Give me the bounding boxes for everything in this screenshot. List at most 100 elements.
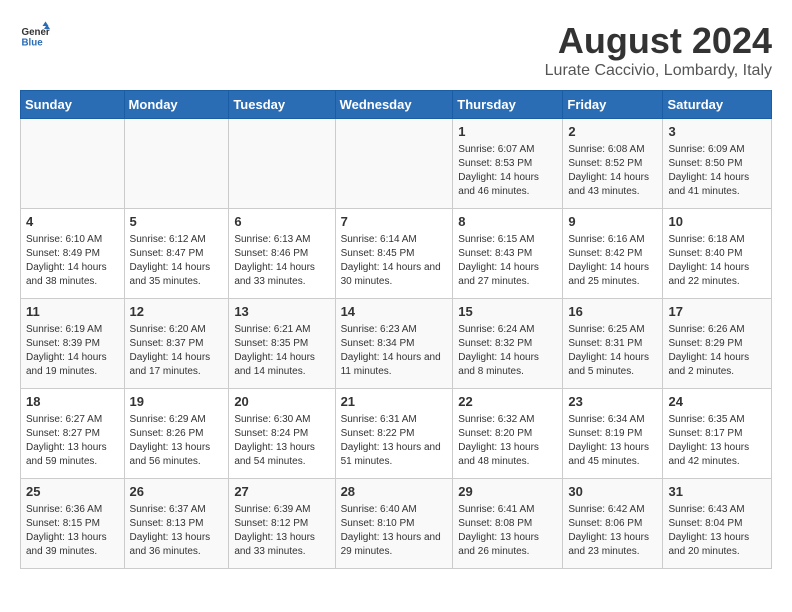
calendar-cell: 2Sunrise: 6:08 AM Sunset: 8:52 PM Daylig… — [563, 119, 663, 209]
calendar-cell: 20 Sunrise: 6:30 AM Sunset: 8:24 PM Dayli… — [229, 389, 335, 479]
calendar-cell: 8 Sunrise: 6:15 AM Sunset: 8:43 PM Daylig… — [453, 209, 563, 299]
subtitle: Lurate Caccivio, Lombardy, Italy — [545, 62, 772, 80]
svg-text:Blue: Blue — [22, 38, 44, 49]
calendar-cell: 23Sunrise: 6:34 AM Sunset: 8:19 PM Dayli… — [563, 389, 663, 479]
day-number: 1 — [458, 123, 557, 141]
day-info: Sunrise: 6:30 AM Sunset: 8:24 PM Dayligh… — [234, 413, 329, 469]
day-of-week-friday: Friday — [563, 91, 663, 119]
calendar-week-2: 4 Sunrise: 6:10 AM Sunset: 8:49 PM Daylig… — [21, 209, 772, 299]
day-info: Sunrise: 6:43 AM Sunset: 8:04 PM Dayligh… — [668, 503, 766, 559]
calendar-cell: 26 Sunrise: 6:37 AM Sunset: 8:13 PM Dayli… — [124, 479, 229, 569]
calendar-cell: 10 Sunrise: 6:18 AM Sunset: 8:40 PM Dayli… — [663, 209, 772, 299]
day-number: 7 — [341, 213, 448, 231]
day-info: Sunrise: 6:08 AM Sunset: 8:52 PM Dayligh… — [568, 143, 657, 199]
day-info: Sunrise: 6:20 AM Sunset: 8:37 PM Dayligh… — [130, 323, 224, 379]
day-info: Sunrise: 6:29 AM Sunset: 8:26 PM Dayligh… — [130, 413, 224, 469]
calendar-cell: 25 Sunrise: 6:36 AM Sunset: 8:15 PM Dayli… — [21, 479, 125, 569]
logo-icon: General Blue — [20, 20, 50, 50]
day-info: Sunrise: 6:23 AM Sunset: 8:34 PM Dayligh… — [341, 323, 448, 379]
day-of-week-monday: Monday — [124, 91, 229, 119]
day-info: Sunrise: 6:09 AM Sunset: 8:50 PM Dayligh… — [668, 143, 766, 199]
calendar-week-4: 18 Sunrise: 6:27 AM Sunset: 8:27 PM Dayli… — [21, 389, 772, 479]
calendar-cell: 15Sunrise: 6:24 AM Sunset: 8:32 PM Dayli… — [453, 299, 563, 389]
day-info: Sunrise: 6:35 AM Sunset: 8:17 PM Dayligh… — [668, 413, 766, 469]
day-number: 17 — [668, 303, 766, 321]
calendar-cell: 28Sunrise: 6:40 AM Sunset: 8:10 PM Dayli… — [335, 479, 453, 569]
calendar-cell: 12 Sunrise: 6:20 AM Sunset: 8:37 PM Dayli… — [124, 299, 229, 389]
calendar-cell: 29 Sunrise: 6:41 AM Sunset: 8:08 PM Dayli… — [453, 479, 563, 569]
day-number: 21 — [341, 393, 448, 411]
day-info: Sunrise: 6:13 AM Sunset: 8:46 PM Dayligh… — [234, 233, 329, 289]
calendar-cell: 19 Sunrise: 6:29 AM Sunset: 8:26 PM Dayli… — [124, 389, 229, 479]
calendar-cell — [124, 119, 229, 209]
day-info: Sunrise: 6:14 AM Sunset: 8:45 PM Dayligh… — [341, 233, 448, 289]
calendar-week-3: 11 Sunrise: 6:19 AM Sunset: 8:39 PM Dayli… — [21, 299, 772, 389]
calendar-cell — [335, 119, 453, 209]
day-info: Sunrise: 6:32 AM Sunset: 8:20 PM Dayligh… — [458, 413, 557, 469]
day-number: 6 — [234, 213, 329, 231]
calendar-cell: 1Sunrise: 6:07 AM Sunset: 8:53 PM Daylig… — [453, 119, 563, 209]
calendar-cell: 24 Sunrise: 6:35 AM Sunset: 8:17 PM Dayli… — [663, 389, 772, 479]
calendar-cell: 9Sunrise: 6:16 AM Sunset: 8:42 PM Daylig… — [563, 209, 663, 299]
day-number: 5 — [130, 213, 224, 231]
day-info: Sunrise: 6:37 AM Sunset: 8:13 PM Dayligh… — [130, 503, 224, 559]
day-info: Sunrise: 6:25 AM Sunset: 8:31 PM Dayligh… — [568, 323, 657, 379]
day-number: 25 — [26, 483, 119, 501]
day-of-week-wednesday: Wednesday — [335, 91, 453, 119]
day-number: 23 — [568, 393, 657, 411]
day-number: 19 — [130, 393, 224, 411]
day-info: Sunrise: 6:39 AM Sunset: 8:12 PM Dayligh… — [234, 503, 329, 559]
day-number: 12 — [130, 303, 224, 321]
day-number: 3 — [668, 123, 766, 141]
day-info: Sunrise: 6:15 AM Sunset: 8:43 PM Dayligh… — [458, 233, 557, 289]
calendar-cell — [229, 119, 335, 209]
day-info: Sunrise: 6:26 AM Sunset: 8:29 PM Dayligh… — [668, 323, 766, 379]
day-info: Sunrise: 6:42 AM Sunset: 8:06 PM Dayligh… — [568, 503, 657, 559]
calendar-cell: 13 Sunrise: 6:21 AM Sunset: 8:35 PM Dayli… — [229, 299, 335, 389]
day-number: 14 — [341, 303, 448, 321]
calendar-week-5: 25 Sunrise: 6:36 AM Sunset: 8:15 PM Dayli… — [21, 479, 772, 569]
day-of-week-tuesday: Tuesday — [229, 91, 335, 119]
day-number: 27 — [234, 483, 329, 501]
calendar-cell — [21, 119, 125, 209]
day-number: 20 — [234, 393, 329, 411]
day-info: Sunrise: 6:27 AM Sunset: 8:27 PM Dayligh… — [26, 413, 119, 469]
day-info: Sunrise: 6:18 AM Sunset: 8:40 PM Dayligh… — [668, 233, 766, 289]
calendar-cell: 5 Sunrise: 6:12 AM Sunset: 8:47 PM Daylig… — [124, 209, 229, 299]
header: General Blue August 2024 Lurate Caccivio… — [20, 20, 772, 80]
day-info: Sunrise: 6:19 AM Sunset: 8:39 PM Dayligh… — [26, 323, 119, 379]
day-number: 8 — [458, 213, 557, 231]
day-number: 29 — [458, 483, 557, 501]
calendar-cell: 21Sunrise: 6:31 AM Sunset: 8:22 PM Dayli… — [335, 389, 453, 479]
day-of-week-sunday: Sunday — [21, 91, 125, 119]
logo: General Blue — [20, 20, 50, 50]
day-info: Sunrise: 6:36 AM Sunset: 8:15 PM Dayligh… — [26, 503, 119, 559]
day-number: 26 — [130, 483, 224, 501]
calendar-cell: 6 Sunrise: 6:13 AM Sunset: 8:46 PM Daylig… — [229, 209, 335, 299]
calendar-cell: 27 Sunrise: 6:39 AM Sunset: 8:12 PM Dayli… — [229, 479, 335, 569]
day-number: 13 — [234, 303, 329, 321]
calendar-cell: 4 Sunrise: 6:10 AM Sunset: 8:49 PM Daylig… — [21, 209, 125, 299]
day-info: Sunrise: 6:10 AM Sunset: 8:49 PM Dayligh… — [26, 233, 119, 289]
day-number: 18 — [26, 393, 119, 411]
day-info: Sunrise: 6:21 AM Sunset: 8:35 PM Dayligh… — [234, 323, 329, 379]
calendar-cell: 31 Sunrise: 6:43 AM Sunset: 8:04 PM Dayli… — [663, 479, 772, 569]
day-info: Sunrise: 6:12 AM Sunset: 8:47 PM Dayligh… — [130, 233, 224, 289]
calendar-cell: 17 Sunrise: 6:26 AM Sunset: 8:29 PM Dayli… — [663, 299, 772, 389]
day-number: 24 — [668, 393, 766, 411]
calendar-cell: 18 Sunrise: 6:27 AM Sunset: 8:27 PM Dayli… — [21, 389, 125, 479]
calendar-cell: 14 Sunrise: 6:23 AM Sunset: 8:34 PM Dayli… — [335, 299, 453, 389]
day-number: 22 — [458, 393, 557, 411]
day-number: 31 — [668, 483, 766, 501]
calendar-cell: 30 Sunrise: 6:42 AM Sunset: 8:06 PM Dayli… — [563, 479, 663, 569]
day-number: 9 — [568, 213, 657, 231]
calendar-cell: 11 Sunrise: 6:19 AM Sunset: 8:39 PM Dayli… — [21, 299, 125, 389]
day-number: 10 — [668, 213, 766, 231]
day-number: 15 — [458, 303, 557, 321]
day-number: 11 — [26, 303, 119, 321]
day-info: Sunrise: 6:41 AM Sunset: 8:08 PM Dayligh… — [458, 503, 557, 559]
day-number: 30 — [568, 483, 657, 501]
calendar-cell: 7 Sunrise: 6:14 AM Sunset: 8:45 PM Daylig… — [335, 209, 453, 299]
day-number: 4 — [26, 213, 119, 231]
calendar-cell: 22 Sunrise: 6:32 AM Sunset: 8:20 PM Dayli… — [453, 389, 563, 479]
